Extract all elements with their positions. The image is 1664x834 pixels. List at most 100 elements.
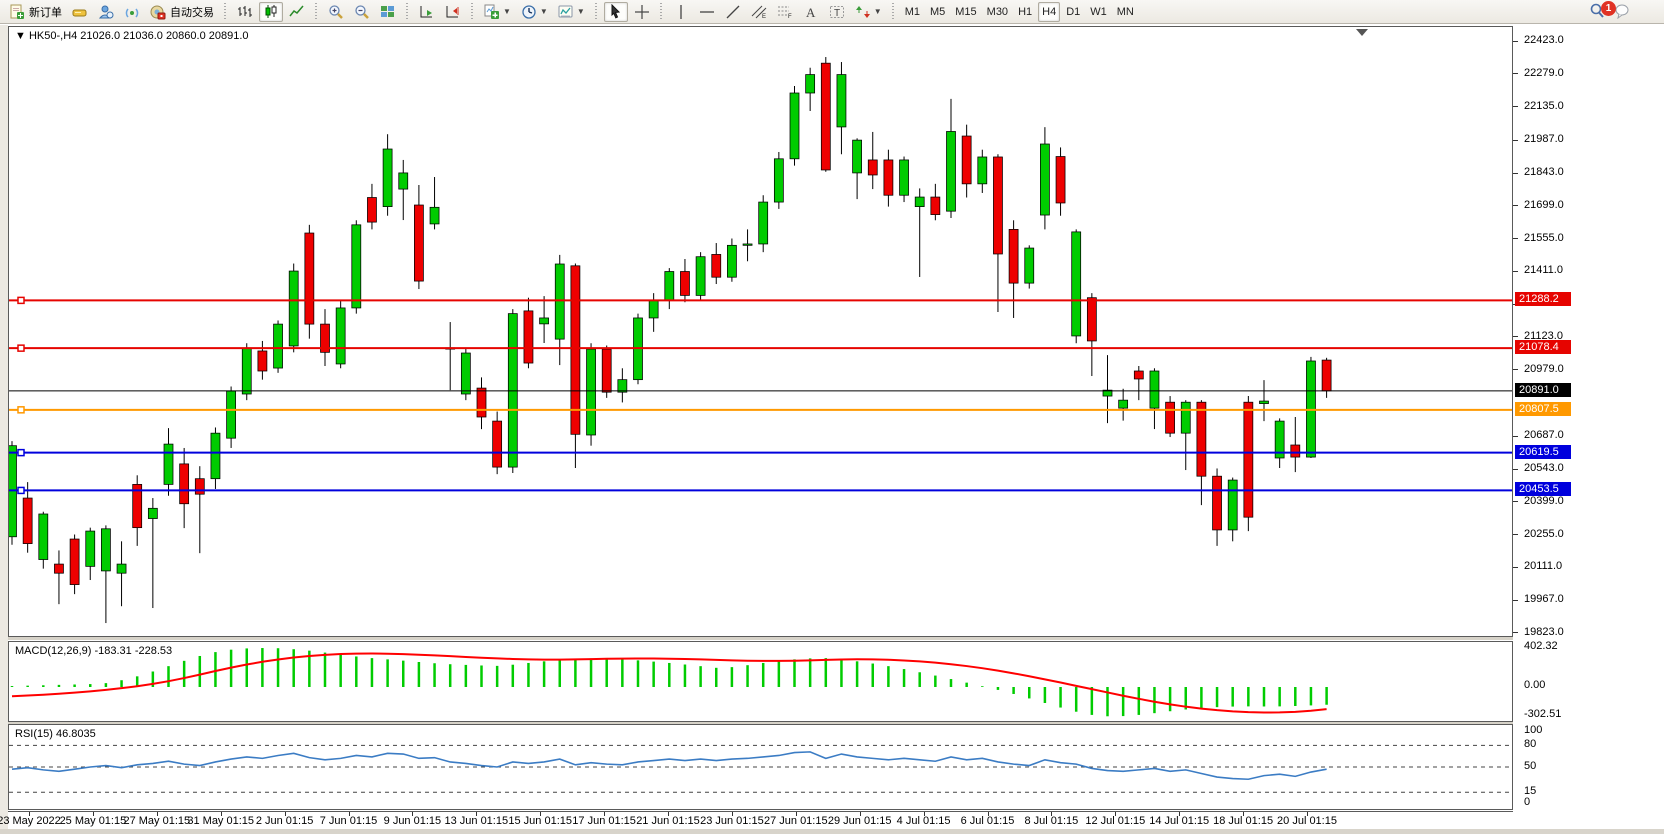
- horizontal-line-button[interactable]: [695, 2, 719, 22]
- dropdown-caret-icon[interactable]: ▼: [874, 7, 882, 16]
- collapse-arrow-icon[interactable]: ▼: [15, 30, 26, 42]
- zoom-out-button[interactable]: [350, 2, 374, 22]
- macd-axis: 402.320.00-302.51: [1513, 641, 1664, 722]
- pivot-line-badge: 20807.5: [1515, 402, 1571, 416]
- candle-up: [555, 264, 564, 339]
- text-button[interactable]: A: [799, 2, 823, 22]
- signals-button[interactable]: [120, 2, 144, 22]
- vline-icon: [673, 4, 689, 20]
- price-tick-label: 21411.0: [1524, 264, 1563, 276]
- chart-shift-button[interactable]: [441, 2, 465, 22]
- candle-up: [1260, 401, 1269, 404]
- community-button[interactable]: [94, 2, 118, 22]
- dropdown-caret-icon[interactable]: ▼: [577, 7, 585, 16]
- vertical-line-button[interactable]: [669, 2, 693, 22]
- price-tick-label: 20111.0: [1524, 560, 1562, 572]
- svg-text:T: T: [834, 8, 840, 19]
- bar-chart-button[interactable]: [233, 2, 257, 22]
- candlestick-button[interactable]: [259, 2, 283, 22]
- timeframe-d1-button[interactable]: D1: [1062, 2, 1084, 22]
- pivot-line-handle: [18, 407, 24, 413]
- candle-up: [743, 244, 752, 245]
- cursor-button[interactable]: [604, 2, 628, 22]
- timeframe-mn-button[interactable]: MN: [1113, 2, 1138, 22]
- timeframe-h4-button[interactable]: H4: [1038, 2, 1060, 22]
- candle-up: [148, 508, 157, 518]
- chart-shift-marker: [1356, 29, 1368, 36]
- auto-scroll-button[interactable]: [415, 2, 439, 22]
- main-chart-panel[interactable]: ▼ HK50-,H4 21026.0 21036.0 20860.0 20891…: [8, 26, 1513, 637]
- channel-button[interactable]: E: [747, 2, 771, 22]
- chart-title-text: HK50-,H4 21026.0 21036.0 20860.0 20891.0: [29, 30, 249, 42]
- axis-tick: [1513, 205, 1518, 206]
- new-order-button-label: 新订单: [29, 4, 62, 20]
- candle-up: [900, 160, 909, 195]
- tile-windows-button[interactable]: [376, 2, 400, 22]
- candle-up: [461, 353, 470, 394]
- time-label: 15 Jun 01:15: [508, 815, 572, 827]
- bars-icon: [237, 4, 253, 20]
- line-chart-button[interactable]: [285, 2, 309, 22]
- candlestick-chart-canvas[interactable]: [9, 27, 1512, 636]
- candle-down: [1322, 360, 1331, 391]
- metaeditor-button[interactable]: [68, 2, 92, 22]
- dropdown-caret-icon[interactable]: ▼: [540, 7, 548, 16]
- candle-up: [837, 75, 846, 127]
- dropdown-caret-icon[interactable]: ▼: [503, 7, 511, 16]
- timeframe-m1-button[interactable]: M1: [901, 2, 924, 22]
- candle-up: [242, 348, 251, 394]
- candle-down: [195, 479, 204, 494]
- price-tick-label: 19823.0: [1524, 626, 1564, 638]
- candle-up: [853, 140, 862, 173]
- toolbar-separator: [222, 3, 229, 21]
- svg-text:E: E: [762, 14, 766, 20]
- candle-down: [305, 233, 314, 324]
- timeframe-m5-button[interactable]: M5: [926, 2, 949, 22]
- arrows-button[interactable]: ▼: [851, 2, 886, 22]
- label-button[interactable]: T: [825, 2, 849, 22]
- resistance-line-1-badge: 21288.2: [1515, 292, 1571, 306]
- timeframe-w1-button[interactable]: W1: [1086, 2, 1111, 22]
- autoscroll-icon: [419, 4, 435, 20]
- candle-up: [649, 300, 658, 318]
- candle-down: [1291, 445, 1300, 457]
- price-tick-label: 21555.0: [1524, 232, 1564, 244]
- terminal-window: 新订单 自动交易 ▼ ▼ ▼ E FAT ▼ M1M5M15M30H1H4D1W1MN 1 ▼ …: [0, 0, 1664, 834]
- candle-down: [868, 160, 877, 175]
- candle-up: [117, 564, 126, 573]
- indicators-button[interactable]: ▼: [554, 2, 589, 22]
- time-label: 27 Jun 01:15: [764, 815, 828, 827]
- resistance-line-2-handle: [18, 345, 24, 351]
- trendline-button[interactable]: [721, 2, 745, 22]
- profiles-button[interactable]: ▼: [517, 2, 552, 22]
- candle-up: [587, 349, 596, 435]
- time-axis[interactable]: 23 May 202225 May 01:1527 May 01:1531 Ma…: [8, 811, 1513, 828]
- time-label: 27 May 01:15: [123, 815, 190, 827]
- support-line-2-handle: [18, 487, 24, 493]
- axis-tick: [1513, 140, 1518, 141]
- candle-up: [289, 271, 298, 346]
- timeframe-m30-button[interactable]: M30: [983, 2, 1012, 22]
- fibonacci-button[interactable]: F: [773, 2, 797, 22]
- new-chart-button[interactable]: ▼: [480, 2, 515, 22]
- notification-badge[interactable]: 1: [1601, 1, 1616, 16]
- new-order-button[interactable]: 新订单: [5, 2, 66, 22]
- support-line-2-badge: 20453.5: [1515, 482, 1571, 496]
- window-bottom-edge: [0, 829, 1664, 834]
- toolbar-separator: [313, 3, 320, 21]
- timeframe-h1-button[interactable]: H1: [1014, 2, 1036, 22]
- rsi-tick-label: 50: [1524, 760, 1536, 772]
- candle-up: [727, 245, 736, 277]
- macd-chart-canvas[interactable]: [9, 642, 1512, 721]
- timeframe-m15-button[interactable]: M15: [951, 2, 980, 22]
- macd-panel[interactable]: MACD(12,26,9) -183.31 -228.53: [8, 641, 1513, 722]
- zoom-in-button[interactable]: [324, 2, 348, 22]
- crosshair-button[interactable]: [630, 2, 654, 22]
- rsi-panel[interactable]: RSI(15) 46.8035: [8, 724, 1513, 810]
- autotrading-button[interactable]: 自动交易: [146, 2, 218, 22]
- price-axis[interactable]: 22423.022279.022135.021987.021843.021699…: [1513, 26, 1664, 637]
- fib-icon: F: [777, 4, 793, 20]
- rsi-chart-canvas[interactable]: [9, 725, 1512, 809]
- time-label: 20 Jul 01:15: [1277, 815, 1337, 827]
- panel-splitter[interactable]: [8, 637, 1513, 640]
